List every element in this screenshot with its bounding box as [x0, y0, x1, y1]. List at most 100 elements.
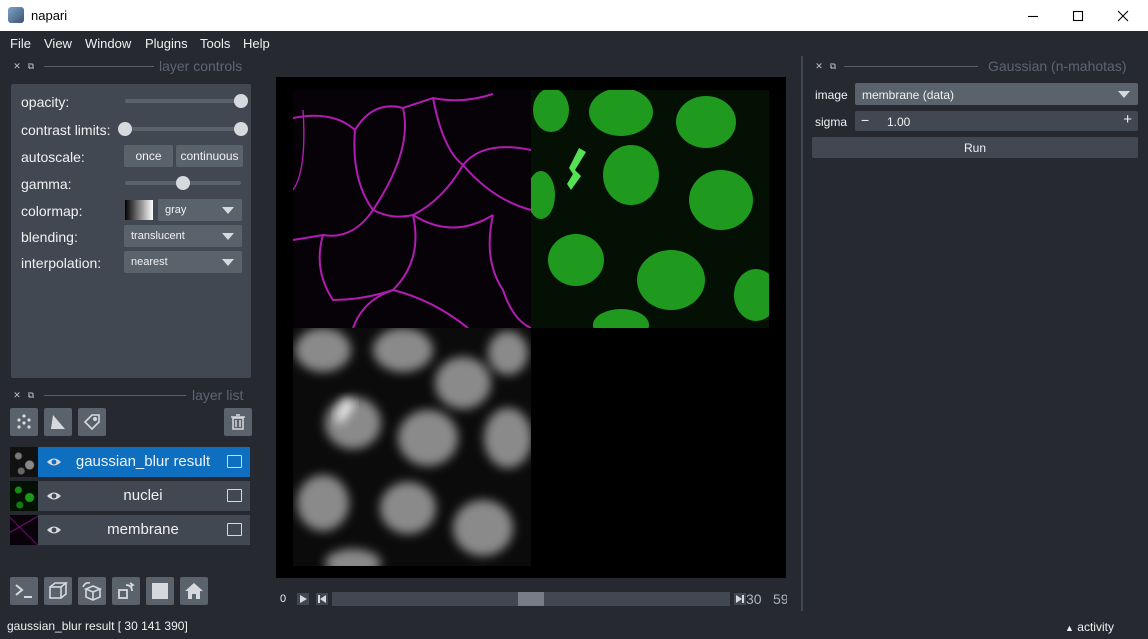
- console-button[interactable]: [10, 577, 38, 605]
- sigma-increment-button[interactable]: +: [1123, 111, 1132, 128]
- colormap-preview: [125, 200, 153, 220]
- float-dock-icon[interactable]: ⧉: [24, 390, 38, 401]
- image-param-value: membrane (data): [862, 88, 955, 102]
- nuclei-image-tile: [531, 90, 769, 328]
- autoscale-label: autoscale:: [21, 149, 85, 165]
- chevron-down-icon: [1118, 91, 1130, 98]
- maximize-button[interactable]: [1055, 0, 1101, 31]
- layer-list-title: layer list: [192, 387, 244, 403]
- contrast-min-handle[interactable]: [118, 122, 132, 136]
- chevron-down-icon: [222, 259, 234, 266]
- layer-list-header: ✕ ⧉ layer list: [10, 387, 250, 403]
- blending-select[interactable]: translucent: [124, 225, 242, 247]
- layer-controls-title: layer controls: [159, 58, 243, 74]
- new-points-layer-button[interactable]: [10, 408, 38, 436]
- home-icon: [185, 583, 203, 599]
- blending-value: translucent: [131, 230, 185, 242]
- menu-plugins[interactable]: Plugins: [145, 36, 188, 51]
- close-button[interactable]: [1100, 0, 1146, 31]
- membrane-image: [293, 93, 531, 328]
- gaussian-blur-image: [295, 328, 531, 566]
- autoscale-once-button[interactable]: once: [124, 145, 173, 167]
- caret-up-icon: ▲: [1065, 623, 1074, 633]
- roll-dims-button[interactable]: [78, 577, 106, 605]
- contrast-limits-label: contrast limits:: [21, 122, 111, 138]
- step-back-icon[interactable]: [316, 593, 328, 605]
- new-labels-layer-button[interactable]: [78, 408, 106, 436]
- window-title: napari: [31, 8, 68, 23]
- napari-logo-icon: [8, 7, 24, 23]
- activity-label: activity: [1077, 620, 1114, 634]
- close-dock-icon[interactable]: ✕: [10, 61, 24, 72]
- new-shapes-layer-button[interactable]: [44, 408, 72, 436]
- interpolation-value: nearest: [131, 256, 168, 268]
- layer-name: membrane: [107, 521, 179, 538]
- dims-current-number: 30: [746, 591, 762, 607]
- gaussian-blur-image-tile: [293, 328, 531, 566]
- grid-view-button[interactable]: [146, 577, 174, 605]
- minimize-button[interactable]: [1010, 0, 1056, 31]
- reset-view-button[interactable]: [180, 577, 208, 605]
- roll-cube-icon: [82, 582, 103, 601]
- chevron-down-icon: [222, 233, 234, 240]
- sigma-decrement-button[interactable]: −: [861, 112, 869, 128]
- dock-splitter[interactable]: [801, 56, 803, 611]
- sigma-value[interactable]: 1.00: [887, 115, 910, 129]
- activity-button[interactable]: ▲ activity: [1065, 620, 1114, 634]
- gamma-label: gamma:: [21, 176, 72, 192]
- menu-window[interactable]: Window: [85, 36, 131, 51]
- layer-controls-header: ✕ ⧉ layer controls: [10, 58, 250, 74]
- layer-row-nuclei[interactable]: nuclei: [10, 481, 250, 511]
- menu-file[interactable]: File: [10, 36, 31, 51]
- dims-scrollbar-thumb[interactable]: [518, 592, 544, 606]
- gamma-slider-handle[interactable]: [176, 176, 190, 190]
- sigma-spinbox[interactable]: − 1.00 +: [855, 111, 1138, 131]
- layer-row-membrane[interactable]: membrane: [10, 515, 250, 545]
- step-forward-icon[interactable]: [734, 593, 746, 605]
- layer-row-gaussian-blur-result[interactable]: gaussian_blur result: [10, 447, 250, 477]
- close-dock-icon[interactable]: ✕: [812, 61, 826, 72]
- contrast-max-handle[interactable]: [234, 122, 248, 136]
- layer-name: nuclei: [123, 487, 163, 504]
- maximize-icon: [1072, 10, 1084, 21]
- opacity-slider-handle[interactable]: [234, 94, 248, 108]
- float-dock-icon[interactable]: ⧉: [24, 61, 38, 72]
- image-param-label: image: [815, 88, 848, 102]
- delete-layer-button[interactable]: [224, 408, 252, 436]
- layer-thumbnail: [10, 481, 38, 511]
- run-button[interactable]: Run: [812, 137, 1138, 158]
- layer-name: gaussian_blur result: [75, 453, 211, 470]
- opacity-slider[interactable]: [125, 99, 241, 103]
- image-param-select[interactable]: membrane (data): [855, 83, 1138, 105]
- sigma-param-label: sigma: [815, 115, 848, 129]
- labels-tag-icon: [83, 414, 100, 431]
- square-icon: [152, 583, 168, 599]
- interpolation-label: interpolation:: [21, 255, 102, 271]
- contrast-limits-slider[interactable]: [125, 127, 241, 131]
- colormap-label: colormap:: [21, 203, 83, 219]
- console-icon: [15, 584, 32, 598]
- menu-help[interactable]: Help: [243, 36, 270, 51]
- shapes-icon: [51, 415, 65, 429]
- plugin-panel-header: ✕ ⧉ Gaussian (n-mahotas): [812, 58, 1138, 74]
- close-dock-icon[interactable]: ✕: [10, 390, 24, 401]
- status-text: gaussian_blur result [ 30 141 390]: [7, 619, 188, 633]
- opacity-label: opacity:: [21, 94, 70, 110]
- transpose-dims-button[interactable]: [112, 577, 140, 605]
- menu-view[interactable]: View: [44, 36, 72, 51]
- membrane-image-tile: [293, 90, 531, 328]
- minimize-icon: [1028, 15, 1038, 17]
- interpolation-select[interactable]: nearest: [124, 251, 242, 273]
- viewer-canvas[interactable]: [276, 77, 786, 578]
- autoscale-continuous-button[interactable]: continuous: [176, 145, 243, 167]
- trash-icon: [231, 414, 245, 430]
- toggle-ndisplay-button[interactable]: [44, 577, 72, 605]
- chevron-down-icon: [222, 207, 234, 214]
- dims-slider-bar: 0 30 59: [276, 588, 796, 610]
- layer-thumbnail: [10, 447, 38, 477]
- float-dock-icon[interactable]: ⧉: [826, 61, 840, 72]
- play-icon[interactable]: [297, 593, 309, 605]
- menu-tools[interactable]: Tools: [200, 36, 230, 51]
- colormap-select[interactable]: gray: [158, 199, 242, 221]
- current-slice-label: 0: [280, 593, 287, 605]
